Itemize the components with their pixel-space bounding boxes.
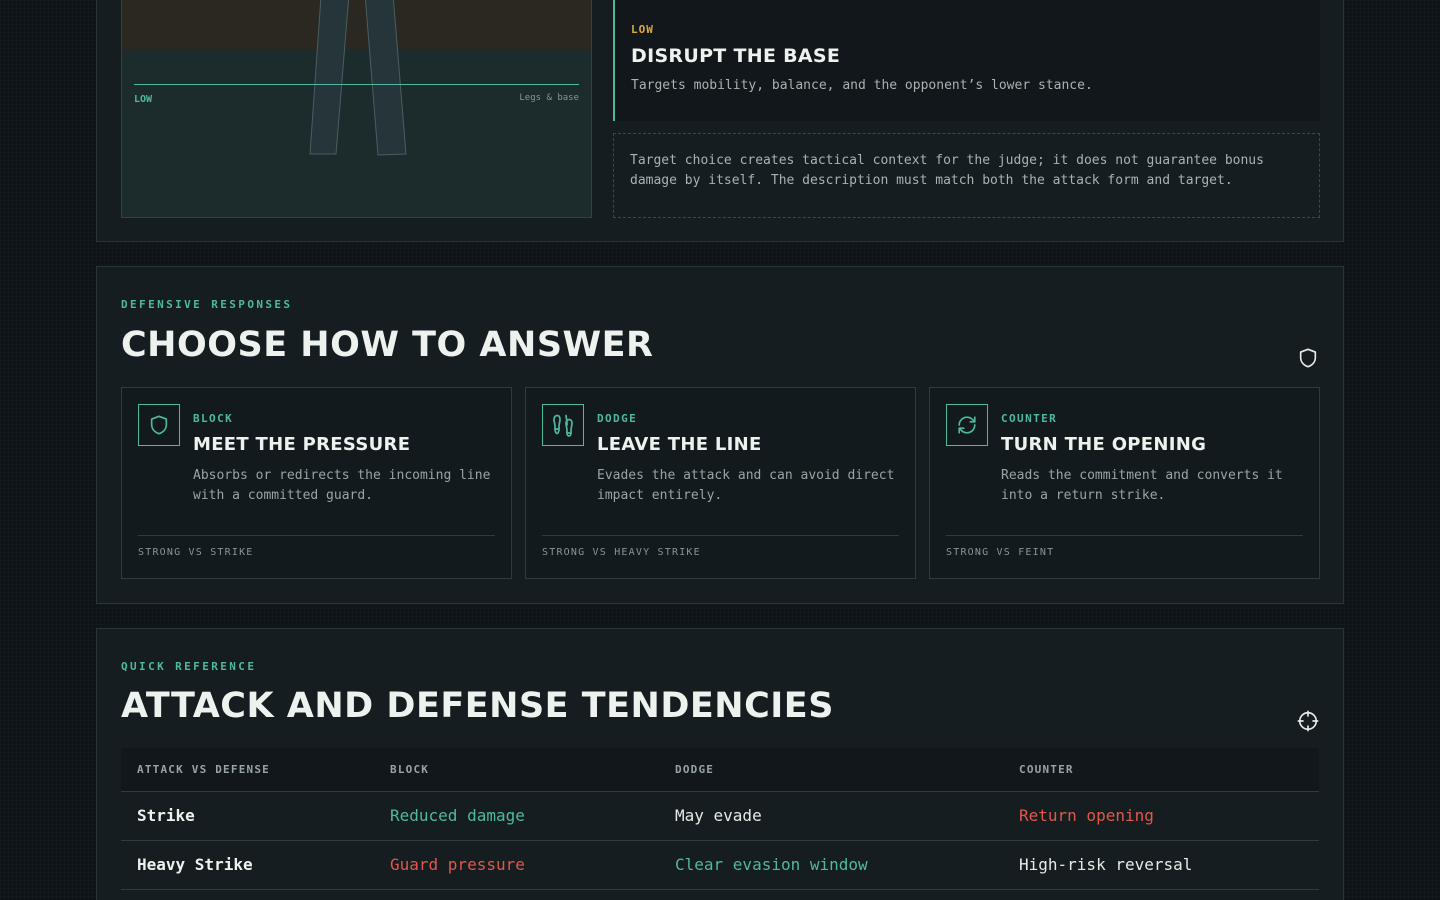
table-header-row: ATTACK VS DEFENSE BLOCK DODGE COUNTER <box>121 748 1319 792</box>
card-footer: STRONG VS STRIKE <box>138 547 254 558</box>
body-target-diagram[interactable]: LOW Legs & base <box>121 0 592 218</box>
card-kicker: BLOCK <box>193 412 234 425</box>
shield-icon <box>1299 348 1317 368</box>
section-title: CHOOSE HOW TO ANSWER <box>121 325 654 365</box>
zone-description: Legs & base <box>519 93 579 103</box>
quick-reference-panel: QUICK REFERENCE ATTACK AND DEFENSE TENDE… <box>96 628 1344 900</box>
card-kicker: COUNTER <box>1001 412 1058 425</box>
column-header: BLOCK <box>374 748 659 792</box>
table-row: Heavy Strike Guard pressure Clear evasio… <box>121 840 1319 890</box>
dodge-cell: Clear evasion window <box>659 840 1003 890</box>
card-description: Evades the attack and can avoid direct i… <box>597 468 895 503</box>
card-kicker: DODGE <box>597 412 638 425</box>
card-divider <box>542 535 899 536</box>
section-eyebrow: QUICK REFERENCE <box>121 660 257 673</box>
section-eyebrow: DEFENSIVE RESPONSES <box>121 298 293 311</box>
card-description: Reads the commitment and converts it int… <box>1001 468 1283 503</box>
column-header: COUNTER <box>1003 748 1319 792</box>
counter-cell: Return opening <box>1003 791 1319 841</box>
card-title: TURN THE OPENING <box>1001 434 1207 455</box>
defense-card-block[interactable]: BLOCK MEET THE PRESSURE Absorbs or redir… <box>121 387 512 579</box>
zone-label: LOW <box>134 94 153 105</box>
column-header: ATTACK VS DEFENSE <box>121 748 374 792</box>
attack-cell: Strike <box>121 791 374 841</box>
counter-cell: High-risk reversal <box>1003 840 1319 890</box>
card-title: LEAVE THE LINE <box>597 434 762 455</box>
defensive-responses-panel: DEFENSIVE RESPONSES CHOOSE HOW TO ANSWER… <box>96 266 1344 604</box>
zone-divider-line <box>134 84 579 85</box>
section-title: ATTACK AND DEFENSE TENDENCIES <box>121 686 834 726</box>
counter-icon-box <box>946 404 988 446</box>
target-zone-panel: LOW Legs & base LOW DISRUPT THE BASE Tar… <box>96 0 1344 242</box>
tendencies-table: ATTACK VS DEFENSE BLOCK DODGE COUNTER St… <box>121 748 1319 890</box>
refresh-icon <box>958 416 976 434</box>
column-header: DODGE <box>659 748 1003 792</box>
defense-card-dodge[interactable]: DODGE LEAVE THE LINE Evades the attack a… <box>525 387 916 579</box>
card-divider <box>946 535 1303 536</box>
dodge-icon-box <box>542 404 584 446</box>
block-cell: Reduced damage <box>374 791 659 841</box>
card-title: MEET THE PRESSURE <box>193 434 411 455</box>
selected-zone-card: LOW DISRUPT THE BASE Targets mobility, b… <box>613 0 1320 121</box>
card-divider <box>138 535 495 536</box>
card-footer: STRONG VS HEAVY STRIKE <box>542 547 701 558</box>
dodge-cell: May evade <box>659 791 1003 841</box>
card-description: Absorbs or redirects the incoming line w… <box>193 468 491 503</box>
legs-silhouette <box>309 0 407 156</box>
zone-card-description: Targets mobility, balance, and the oppon… <box>631 78 1093 93</box>
block-icon-box <box>138 404 180 446</box>
attack-cell: Heavy Strike <box>121 840 374 890</box>
target-note: Target choice creates tactical context f… <box>613 133 1320 218</box>
defense-card-counter[interactable]: COUNTER TURN THE OPENING Reads the commi… <box>929 387 1320 579</box>
crosshair-icon <box>1297 710 1319 732</box>
zone-card-kicker: LOW <box>631 23 654 36</box>
block-cell: Guard pressure <box>374 840 659 890</box>
footprints-icon <box>553 414 573 437</box>
table-row: Strike Reduced damage May evade Return o… <box>121 791 1319 841</box>
zone-card-title: DISRUPT THE BASE <box>631 45 841 67</box>
shield-icon <box>150 415 168 435</box>
card-footer: STRONG VS FEINT <box>946 547 1055 558</box>
